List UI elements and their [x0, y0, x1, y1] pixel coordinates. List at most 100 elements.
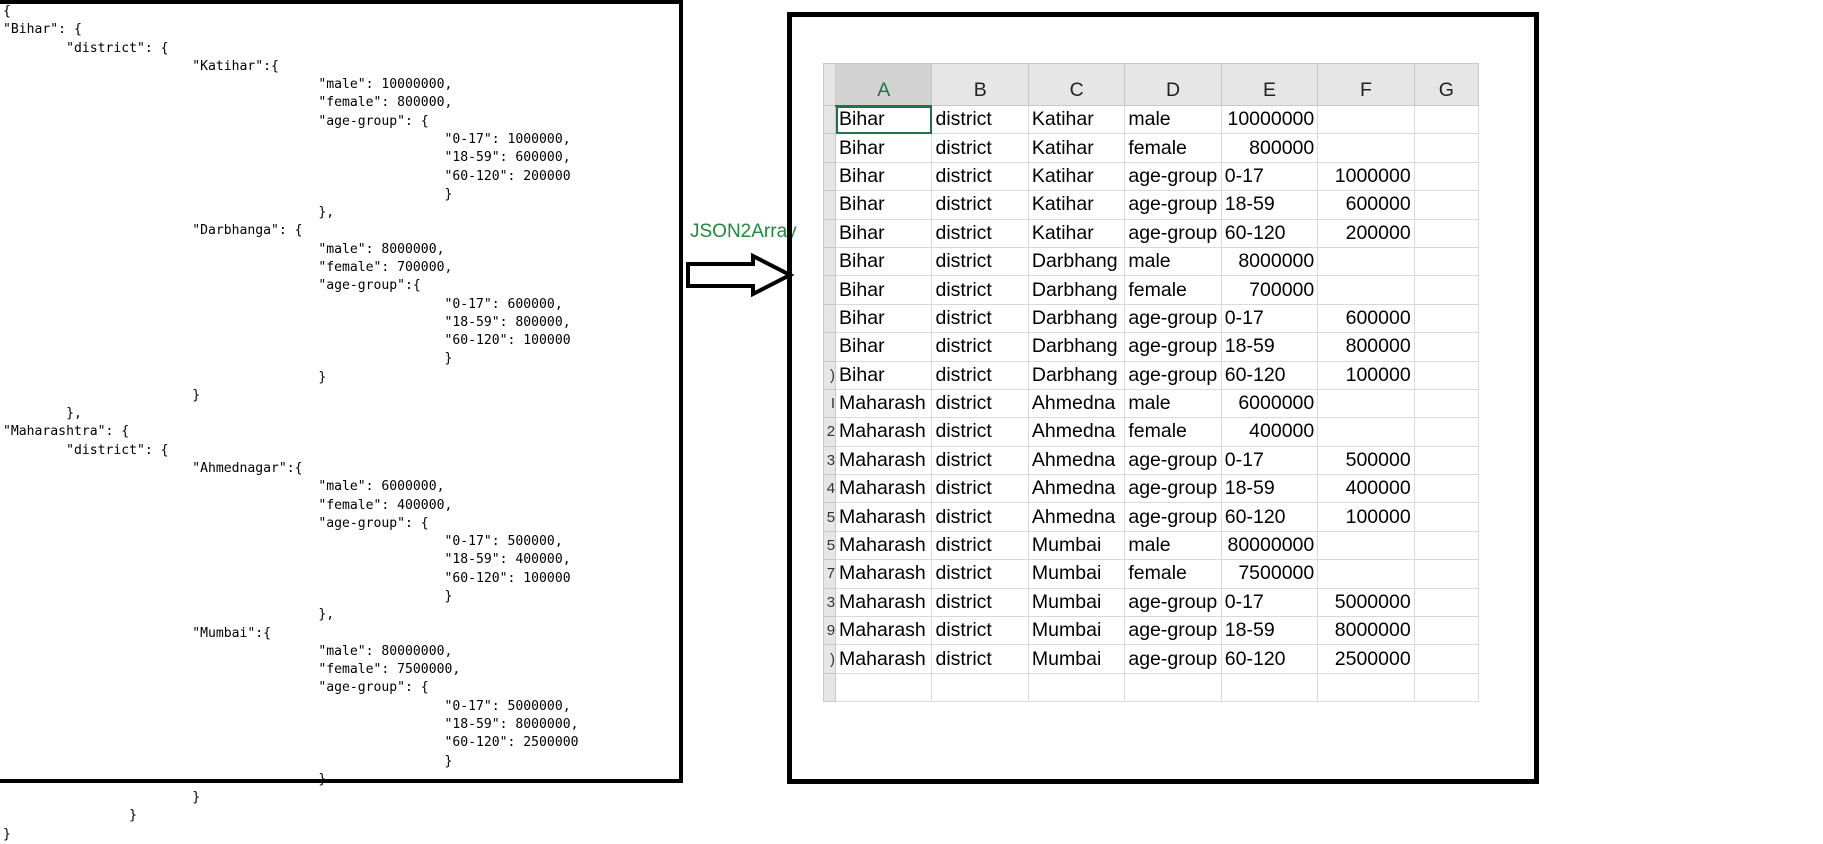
cell[interactable] [1317, 246, 1415, 277]
cell[interactable]: Bihar [835, 360, 933, 390]
row-number[interactable]: ) [822, 360, 837, 390]
cell[interactable]: Darbhang [1027, 303, 1126, 334]
cell[interactable]: male [1124, 104, 1222, 135]
cell[interactable]: 800000 [1317, 332, 1415, 362]
cell[interactable] [1413, 445, 1480, 476]
cell[interactable] [835, 672, 933, 703]
cell[interactable] [1413, 559, 1480, 589]
cell[interactable]: 18-59 [1220, 474, 1319, 504]
cell[interactable]: Maharash [835, 502, 933, 532]
cell[interactable]: district [931, 332, 1029, 362]
cell[interactable]: age-group [1124, 190, 1222, 220]
cell[interactable] [1317, 275, 1415, 305]
cell[interactable]: age-group [1124, 161, 1222, 192]
cell[interactable]: Mumbai [1027, 616, 1126, 646]
cell[interactable]: district [931, 161, 1029, 192]
cell[interactable] [1317, 388, 1415, 419]
cell[interactable]: Katihar [1027, 190, 1126, 220]
row-number[interactable] [822, 275, 837, 305]
cell[interactable]: age-group [1124, 360, 1222, 390]
cell[interactable]: district [931, 246, 1029, 277]
cell[interactable]: 0-17 [1220, 445, 1319, 476]
cell[interactable]: 60-120 [1220, 360, 1319, 390]
cell[interactable] [1413, 161, 1480, 192]
cell[interactable]: 100000 [1317, 502, 1415, 532]
column-header-d[interactable]: D [1124, 63, 1222, 106]
cell[interactable]: Maharash [835, 445, 933, 476]
cell[interactable]: age-group [1124, 474, 1222, 504]
column-header-c[interactable]: C [1027, 63, 1126, 106]
cell[interactable]: 6000000 [1220, 388, 1319, 419]
cell[interactable]: Mumbai [1027, 587, 1126, 618]
cell[interactable]: 80000000 [1220, 530, 1319, 561]
cell[interactable]: Mumbai [1027, 530, 1126, 561]
cell[interactable]: age-group [1124, 644, 1222, 674]
cell[interactable]: district [931, 587, 1029, 618]
cell[interactable]: Ahmedna [1027, 474, 1126, 504]
cell[interactable] [1317, 104, 1415, 135]
cell[interactable]: 400000 [1220, 417, 1319, 447]
cell[interactable]: Katihar [1027, 161, 1126, 192]
cell[interactable]: Maharash [835, 644, 933, 674]
cell[interactable]: Bihar [835, 190, 933, 220]
cell[interactable]: district [931, 417, 1029, 447]
cell[interactable]: Bihar [835, 218, 933, 248]
cell[interactable]: Katihar [1027, 218, 1126, 248]
cell[interactable]: age-group [1124, 218, 1222, 248]
cell[interactable] [1413, 190, 1480, 220]
column-header-e[interactable]: E [1220, 63, 1319, 106]
row-number[interactable]: 9 [822, 616, 837, 646]
cell[interactable]: age-group [1124, 502, 1222, 532]
cell[interactable]: district [931, 388, 1029, 419]
cell[interactable]: Bihar [835, 275, 933, 305]
cell[interactable]: 18-59 [1220, 332, 1319, 362]
cell[interactable]: 8000000 [1317, 616, 1415, 646]
column-header-f[interactable]: F [1317, 63, 1415, 106]
cell[interactable]: 1000000 [1317, 161, 1415, 192]
row-number[interactable] [822, 218, 837, 248]
cell[interactable]: 60-120 [1220, 502, 1319, 532]
cell[interactable]: 100000 [1317, 360, 1415, 390]
cell[interactable] [1413, 502, 1480, 532]
cell[interactable]: district [931, 474, 1029, 504]
cell[interactable] [1413, 303, 1480, 334]
row-number[interactable]: 7 [822, 559, 837, 589]
cell[interactable]: district [931, 303, 1029, 334]
column-header-b[interactable]: B [931, 63, 1029, 106]
cell[interactable]: male [1124, 388, 1222, 419]
cell[interactable] [1317, 559, 1415, 589]
column-header-a[interactable]: A [835, 63, 933, 107]
cell[interactable]: male [1124, 530, 1222, 561]
cell[interactable]: Maharash [835, 530, 933, 561]
cell[interactable]: district [931, 616, 1029, 646]
cell[interactable]: female [1124, 275, 1222, 305]
cell[interactable] [1413, 417, 1480, 447]
cell[interactable] [1317, 133, 1415, 163]
row-number[interactable] [822, 303, 837, 334]
cell[interactable]: Mumbai [1027, 644, 1126, 674]
cell[interactable]: male [1124, 246, 1222, 277]
cell[interactable] [1027, 672, 1126, 703]
cell[interactable] [1124, 672, 1222, 703]
cell[interactable]: district [931, 360, 1029, 390]
cell[interactable]: district [931, 133, 1029, 163]
cell[interactable]: district [931, 502, 1029, 532]
cell[interactable]: Bihar [835, 332, 933, 362]
cell[interactable]: Katihar [1027, 104, 1126, 135]
cell[interactable]: district [931, 559, 1029, 589]
row-number[interactable]: 3 [822, 445, 837, 476]
cell[interactable]: age-group [1124, 587, 1222, 618]
cell[interactable]: Darbhang [1027, 332, 1126, 362]
cell[interactable]: 60-120 [1220, 218, 1319, 248]
cell[interactable]: Bihar [835, 104, 933, 135]
cell[interactable]: 400000 [1317, 474, 1415, 504]
cell[interactable]: district [931, 644, 1029, 674]
cell[interactable]: Maharash [835, 474, 933, 504]
cell[interactable]: 10000000 [1220, 104, 1319, 135]
cell[interactable]: 7500000 [1220, 559, 1319, 589]
cell[interactable]: Katihar [1027, 133, 1126, 163]
cell[interactable]: female [1124, 417, 1222, 447]
cell[interactable]: 0-17 [1220, 587, 1319, 618]
cell[interactable]: Darbhang [1027, 360, 1126, 390]
cell[interactable]: 60-120 [1220, 644, 1319, 674]
